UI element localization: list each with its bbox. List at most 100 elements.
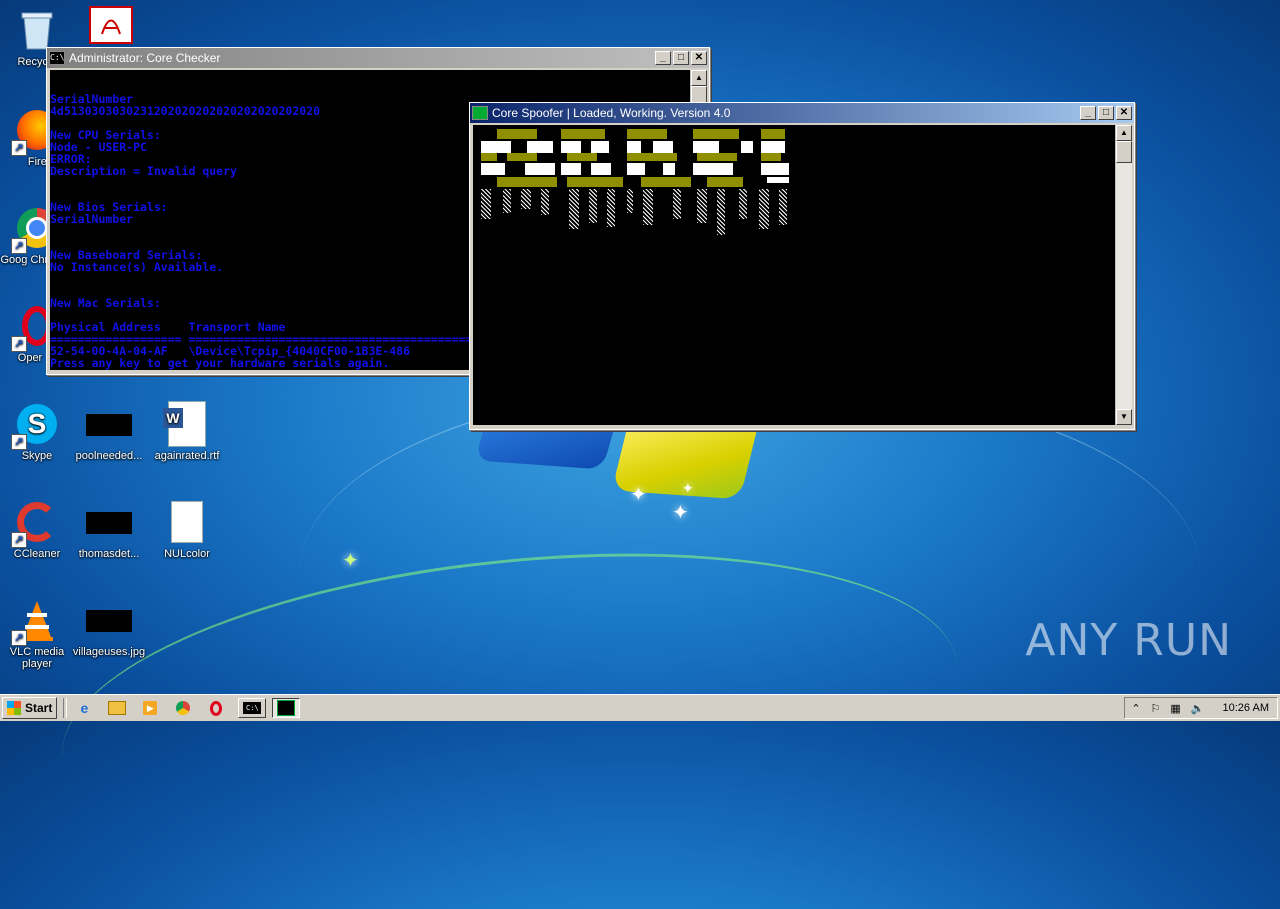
system-tray: ⌃ ⚐ ▦ 🔈 10:26 AM	[1124, 697, 1278, 719]
desktop-icon-thomasdet[interactable]: thomasdet...	[72, 498, 146, 560]
core-checker-titlebar[interactable]: C:\ Administrator: Core Checker _ □ ✕	[47, 48, 709, 68]
spoofer-console-output[interactable]	[473, 125, 1115, 425]
ascii-art-block	[481, 141, 511, 153]
ascii-art-block	[527, 141, 553, 153]
ascii-art-block	[591, 163, 611, 175]
sparkle-icon: ✦	[630, 484, 647, 506]
ascii-art-drip	[503, 189, 511, 213]
ascii-art-drip	[739, 189, 747, 219]
ascii-art-block	[627, 141, 641, 153]
ascii-art-block	[627, 153, 677, 161]
spoofer-scrollbar[interactable]: ▲ ▼	[1115, 125, 1132, 425]
ascii-art-block	[507, 153, 537, 161]
internet-explorer-icon[interactable]: e	[73, 698, 95, 718]
ascii-art-block	[767, 177, 789, 183]
start-button[interactable]: Start	[2, 697, 58, 719]
ascii-art-drip	[541, 189, 549, 215]
taskbar-core-spoofer[interactable]	[272, 698, 301, 718]
console-icon	[472, 106, 488, 120]
close-button[interactable]: ✕	[1116, 106, 1132, 120]
ascii-art-drip	[481, 189, 491, 219]
ascii-art-block	[567, 177, 623, 187]
ascii-art-block	[653, 141, 673, 153]
ascii-art-block	[591, 141, 609, 153]
ascii-art-drip	[607, 189, 615, 227]
taskbar-core-checker[interactable]: C:\	[238, 698, 267, 718]
ascii-art-block	[761, 129, 785, 139]
scroll-down-arrow-icon[interactable]: ▼	[1116, 409, 1132, 425]
scroll-up-arrow-icon[interactable]: ▲	[1116, 125, 1132, 141]
ascii-art-block	[497, 177, 557, 187]
file-thumbnail	[86, 414, 132, 436]
taskbar: Start e ▶ C:\ ⌃ ⚐ ▦ 🔈 10:26 AM	[0, 694, 1280, 721]
sparkle-icon: ✦	[672, 502, 689, 524]
ascii-art-block	[497, 129, 537, 139]
ascii-art-block	[627, 163, 645, 175]
anyrun-watermark: ANY RUN	[1025, 615, 1232, 666]
ascii-art-block	[663, 163, 675, 175]
desktop-icon-skype[interactable]: S ↗ Skype	[0, 400, 74, 462]
acrobat-icon	[89, 6, 133, 44]
clock[interactable]: 10:26 AM	[1223, 702, 1269, 714]
ascii-art-block	[741, 141, 753, 153]
ascii-art-block	[761, 163, 789, 175]
ascii-art-block	[561, 141, 581, 153]
scroll-up-arrow-icon[interactable]: ▲	[691, 70, 707, 86]
minimize-button[interactable]: _	[655, 51, 671, 65]
skype-icon: S ↗	[11, 400, 61, 450]
desktop-icon-poolneeded[interactable]: poolneeded...	[72, 400, 146, 462]
file-explorer-icon[interactable]	[106, 698, 128, 718]
sparkle-icon: ✦	[682, 480, 694, 496]
ascii-art-block	[627, 129, 667, 139]
sparkle-icon: ✦	[342, 550, 359, 572]
show-hidden-icons-icon[interactable]: ⌃	[1131, 702, 1140, 715]
ascii-art-block	[481, 153, 497, 161]
minimize-button[interactable]: _	[1080, 106, 1096, 120]
core-spoofer-window[interactable]: Core Spoofer | Loaded, Working. Version …	[469, 102, 1135, 430]
ascii-art-block	[567, 153, 597, 161]
chrome-taskbar-icon[interactable]	[172, 698, 194, 718]
ascii-art-block	[481, 163, 505, 175]
ascii-art-block	[693, 141, 719, 153]
ascii-art-block	[707, 177, 743, 187]
ccleaner-icon: ↗	[11, 498, 61, 548]
vlc-icon: ↗	[11, 596, 61, 646]
scroll-thumb[interactable]	[1116, 141, 1132, 163]
ascii-art-block	[693, 163, 733, 175]
desktop-icon-villageuses[interactable]: villageuses.jpg	[72, 596, 146, 658]
desktop-icon-ccleaner[interactable]: ↗ CCleaner	[0, 498, 74, 560]
file-thumbnail	[86, 512, 132, 534]
ascii-art-drip	[627, 189, 633, 213]
ascii-art-block	[561, 163, 581, 175]
maximize-button[interactable]: □	[673, 51, 689, 65]
opera-taskbar-icon[interactable]	[205, 698, 227, 718]
ascii-art-block	[761, 141, 785, 153]
network-icon[interactable]: ▦	[1170, 702, 1180, 715]
close-button[interactable]: ✕	[691, 51, 707, 65]
ascii-art-block	[693, 129, 739, 139]
ascii-art-drip	[779, 189, 787, 225]
core-spoofer-titlebar[interactable]: Core Spoofer | Loaded, Working. Version …	[470, 103, 1134, 123]
ascii-art-drip	[717, 189, 725, 235]
ascii-art-drip	[697, 189, 707, 223]
console-icon: C:\	[49, 51, 65, 65]
ascii-art-block	[561, 129, 605, 139]
action-center-flag-icon[interactable]: ⚐	[1151, 702, 1161, 715]
file-thumbnail	[86, 610, 132, 632]
ascii-art-block	[641, 177, 691, 187]
media-player-icon[interactable]: ▶	[139, 698, 161, 718]
ascii-art-drip	[759, 189, 769, 229]
desktop-icon-vlc[interactable]: ↗ VLC media player	[0, 596, 74, 670]
desktop-icon-acrobat[interactable]	[74, 6, 148, 46]
ascii-art-block	[761, 153, 781, 161]
desktop-icon-againrated[interactable]: W againrated.rtf	[150, 400, 224, 462]
ascii-art-drip	[521, 189, 531, 209]
desktop-icon-nulcolor[interactable]: NULcolor	[150, 498, 224, 560]
ascii-art-block	[525, 163, 555, 175]
volume-icon[interactable]: 🔈	[1191, 702, 1205, 715]
blank-file-icon	[163, 498, 211, 546]
maximize-button[interactable]: □	[1098, 106, 1114, 120]
ascii-art-drip	[589, 189, 597, 223]
ascii-art-block	[697, 153, 737, 161]
windows-flag-icon	[7, 701, 21, 715]
